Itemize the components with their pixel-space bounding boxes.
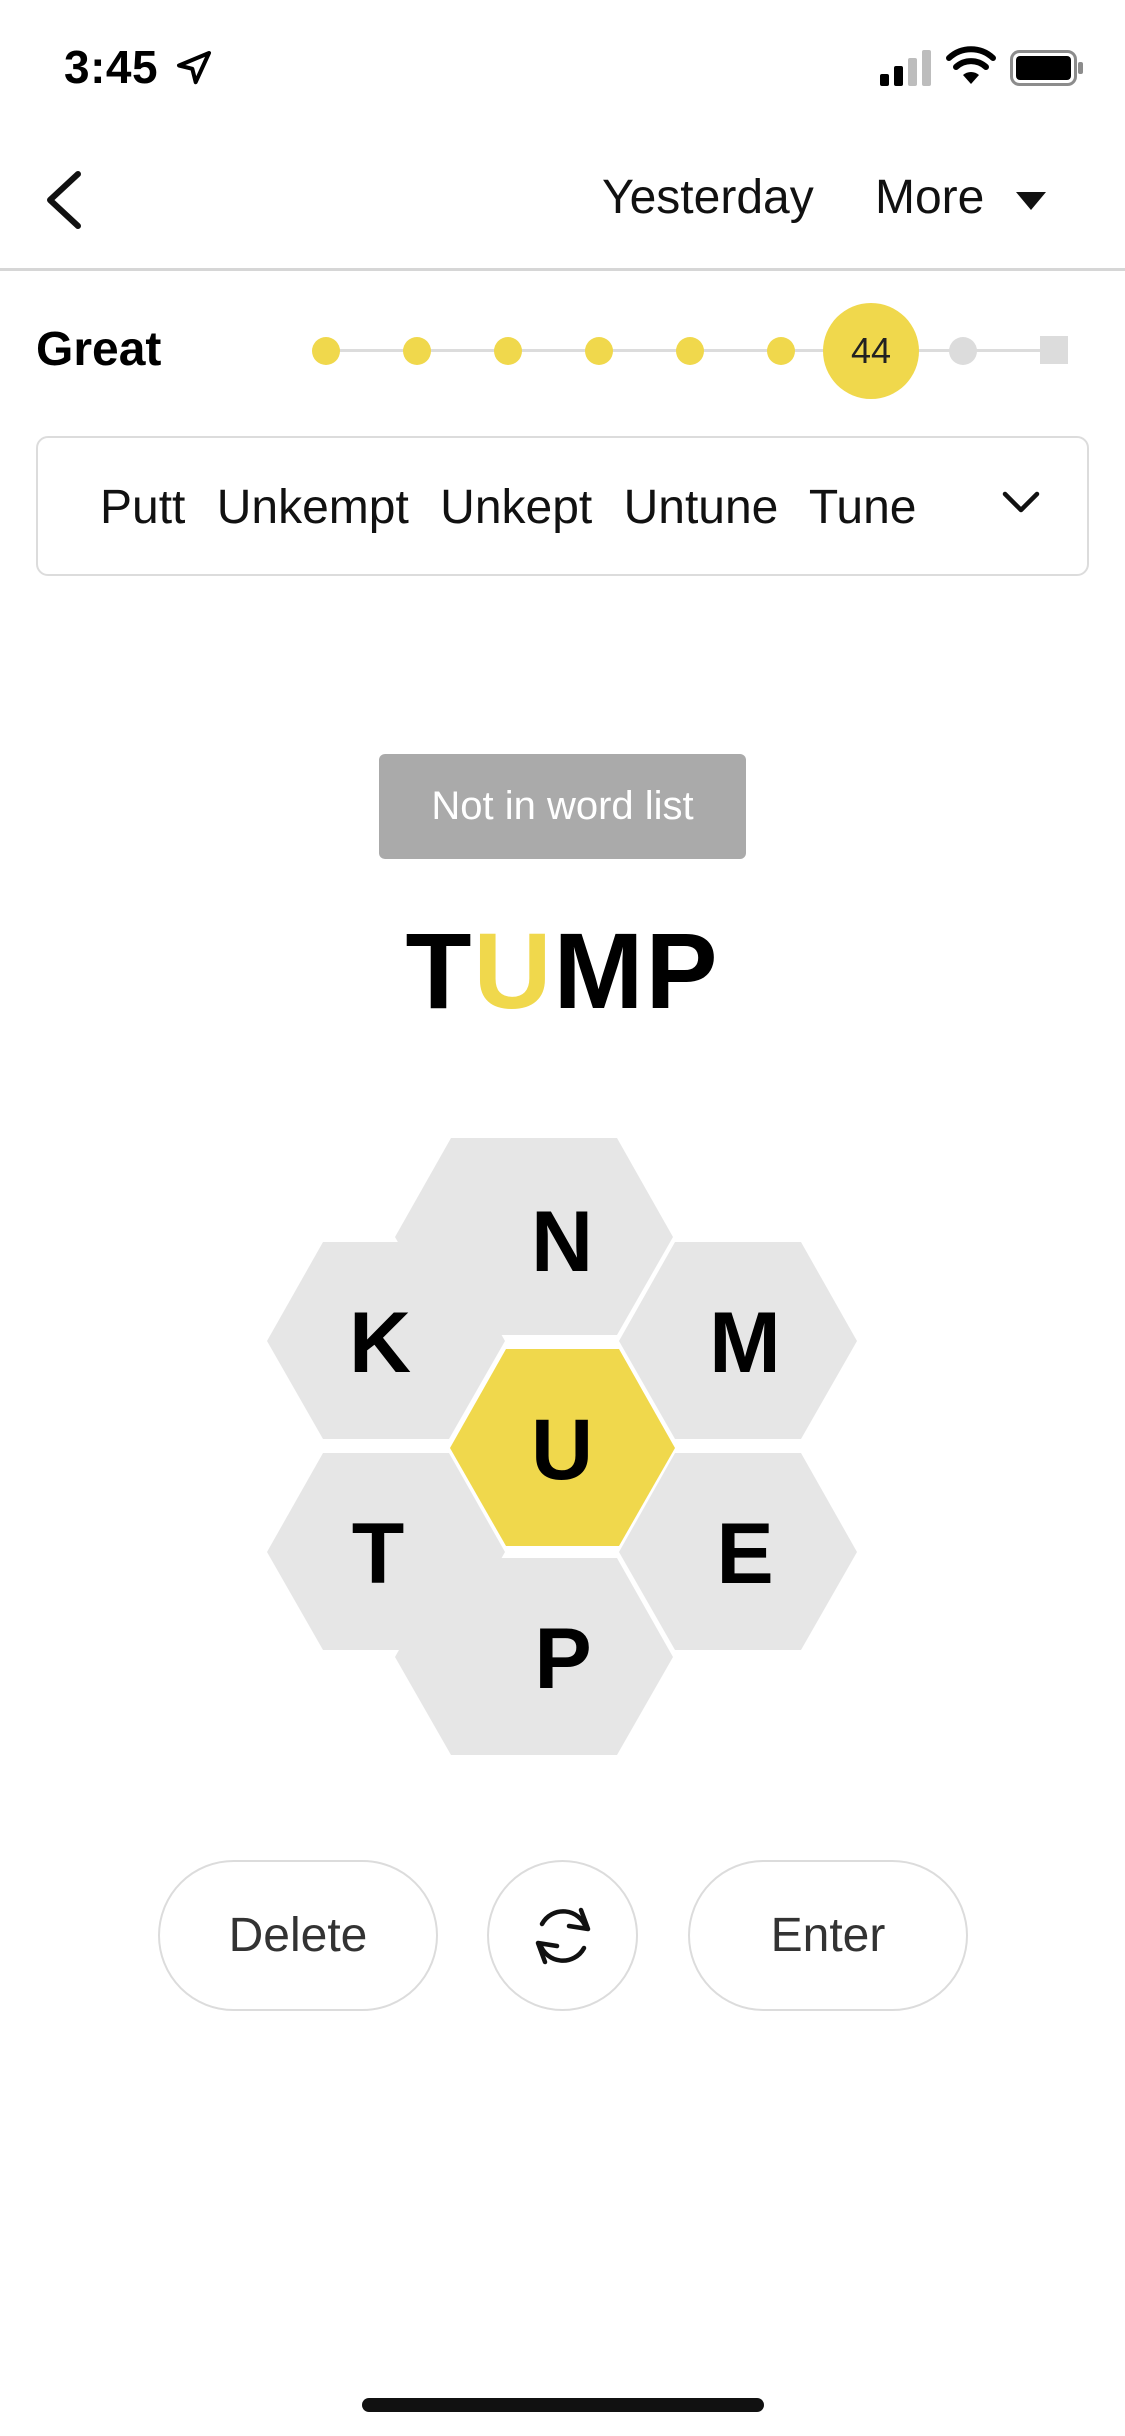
hive-letter-lower-left: T xyxy=(352,1506,405,1602)
input-letter: P xyxy=(645,910,720,1031)
progress-dot xyxy=(494,337,522,365)
enter-button[interactable]: Enter xyxy=(688,1860,968,2011)
found-word: Tune xyxy=(808,481,917,534)
score-badge: 44 xyxy=(823,303,919,399)
hive-letter-top: N xyxy=(531,1194,593,1290)
hive-letter-lower-right: E xyxy=(716,1506,773,1602)
nav-divider xyxy=(0,268,1125,271)
hive-cell-bottom[interactable]: P xyxy=(395,1558,673,1755)
progress-end-marker xyxy=(1040,336,1068,364)
input-letter-center: U xyxy=(473,910,554,1031)
shuffle-button[interactable] xyxy=(487,1860,638,2011)
hive-cell-upper-right[interactable]: M xyxy=(619,1242,857,1439)
yesterday-link[interactable]: Yesterday xyxy=(602,170,814,225)
letter-hive: N K M U T E P xyxy=(267,1138,857,1755)
not-in-word-list-toast: Not in word list xyxy=(379,754,746,859)
hive-letter-upper-left: K xyxy=(349,1295,411,1391)
progress-dot xyxy=(403,337,431,365)
cellular-signal-icon xyxy=(880,50,931,86)
progress-dot xyxy=(585,337,613,365)
rank-label: Great xyxy=(36,323,162,376)
found-word: Unkempt xyxy=(216,481,409,534)
battery-icon xyxy=(1010,50,1083,86)
home-indicator[interactable] xyxy=(362,2398,764,2412)
progress-dot xyxy=(767,337,795,365)
shuffle-icon xyxy=(535,1907,590,1964)
progress-dot xyxy=(676,337,704,365)
delete-button[interactable]: Delete xyxy=(158,1860,438,2011)
hive-letter-bottom: P xyxy=(534,1611,591,1707)
found-word: Unkept xyxy=(440,481,593,534)
found-word: Untune xyxy=(623,481,779,534)
hive-letter-center: U xyxy=(531,1402,593,1498)
progress-dot xyxy=(312,337,340,365)
found-words-list: Putt Unkempt Unkept Untune Tune xyxy=(100,480,934,535)
back-button[interactable] xyxy=(30,160,100,240)
found-word: Putt xyxy=(100,481,186,534)
input-letter: T xyxy=(405,910,474,1031)
progress-dot xyxy=(949,337,977,365)
hive-letter-upper-right: M xyxy=(709,1295,781,1391)
more-menu-button[interactable]: More xyxy=(875,170,984,225)
location-arrow-icon xyxy=(177,51,211,85)
input-letter: M xyxy=(553,910,646,1031)
status-time: 3:45 xyxy=(64,41,159,93)
caret-down-icon[interactable] xyxy=(1014,190,1048,212)
wifi-icon xyxy=(946,46,996,84)
found-words-dropdown[interactable]: Putt Unkempt Unkept Untune Tune xyxy=(36,436,1089,576)
current-input-word: TUMP xyxy=(0,908,1125,1033)
chevron-down-icon[interactable] xyxy=(1001,488,1041,518)
